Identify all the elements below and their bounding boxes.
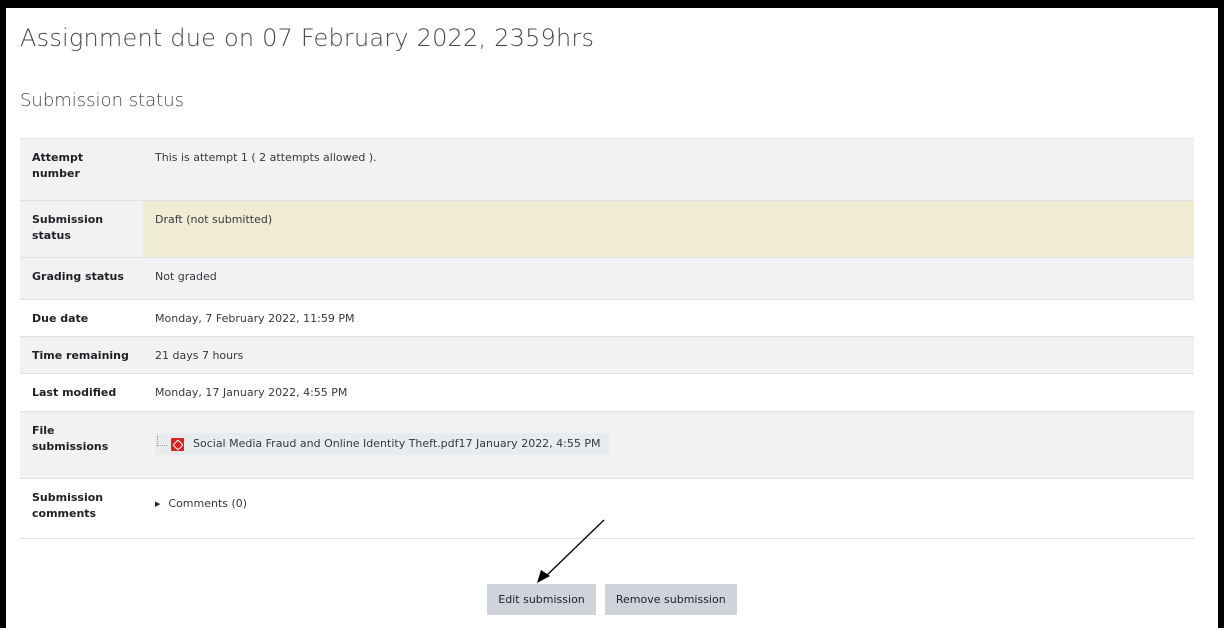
attempt-number-label: Attempt number (20, 138, 143, 201)
file-link[interactable]: Social Media Fraud and Online Identity T… (193, 436, 459, 452)
row-attempt-number: Attempt number This is attempt 1 ( 2 att… (20, 138, 1194, 201)
last-modified-label: Last modified (20, 373, 143, 412)
row-due-date: Due date Monday, 7 February 2022, 11:59 … (20, 299, 1194, 337)
due-date-label: Due date (20, 299, 143, 337)
submission-status-label: Submission status (20, 200, 143, 258)
grading-status-value: Not graded (143, 257, 1194, 300)
due-date-value: Monday, 7 February 2022, 11:59 PM (143, 299, 1194, 337)
attempt-number-value: This is attempt 1 ( 2 attempts allowed )… (143, 138, 1194, 201)
row-last-modified: Last modified Monday, 17 January 2022, 4… (20, 373, 1194, 412)
row-grading-status: Grading status Not graded (20, 257, 1194, 300)
file-submissions-value: Social Media Fraud and Online Identity T… (143, 411, 1194, 479)
submission-comments-value: ▶ Comments (0) (143, 478, 1194, 539)
time-remaining-label: Time remaining (20, 336, 143, 374)
submission-status-table: Attempt number This is attempt 1 ( 2 att… (20, 138, 1194, 539)
caret-right-icon: ▶ (155, 500, 161, 508)
arrow-head (537, 570, 550, 583)
comments-toggle[interactable]: ▶ Comments (0) (155, 496, 247, 512)
file-entry: Social Media Fraud and Online Identity T… (155, 433, 609, 455)
section-title: Submission status (20, 90, 185, 111)
last-modified-value: Monday, 17 January 2022, 4:55 PM (143, 373, 1194, 412)
row-time-remaining: Time remaining 21 days 7 hours (20, 336, 1194, 374)
tree-connector (157, 436, 167, 446)
row-submission-comments: Submission comments ▶ Comments (0) (20, 478, 1194, 539)
page-title: Assignment due on 07 February 2022, 2359… (20, 24, 595, 52)
file-submissions-label: File submissions (20, 411, 143, 479)
assignment-page: Assignment due on 07 February 2022, 2359… (6, 8, 1218, 628)
row-submission-status: Submission status Draft (not submitted) (20, 200, 1194, 258)
edit-submission-button[interactable]: Edit submission (487, 584, 596, 615)
submission-comments-label: Submission comments (20, 478, 143, 539)
grading-status-label: Grading status (20, 257, 143, 300)
file-date: 17 January 2022, 4:55 PM (458, 437, 601, 450)
submission-status-value: Draft (not submitted) (143, 200, 1194, 258)
action-buttons: Edit submission Remove submission (6, 584, 1218, 615)
time-remaining-value: 21 days 7 hours (143, 336, 1194, 374)
comments-link[interactable]: Comments (0) (168, 496, 247, 512)
remove-submission-button[interactable]: Remove submission (604, 584, 737, 615)
row-file-submissions: File submissions Social Media Fraud and … (20, 411, 1194, 479)
pdf-file-icon (171, 437, 184, 451)
